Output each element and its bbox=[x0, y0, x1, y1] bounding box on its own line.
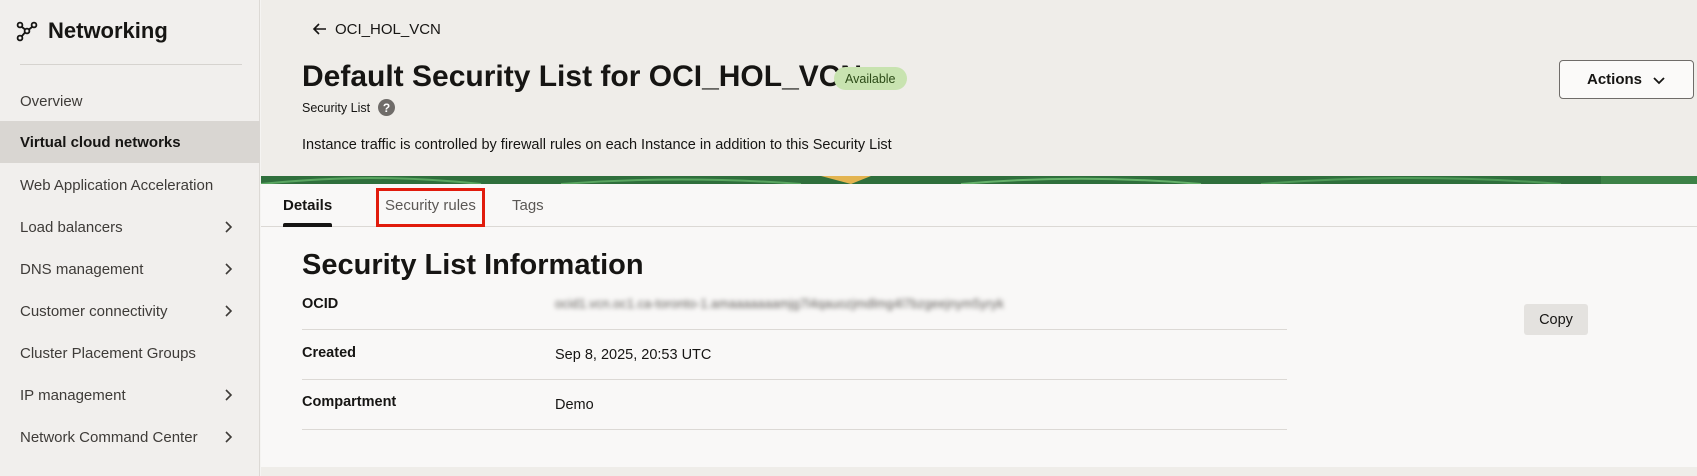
sidebar-item-label: Cluster Placement Groups bbox=[20, 344, 196, 362]
tab-label: Details bbox=[283, 197, 333, 214]
sidebar-item-label: DNS management bbox=[20, 260, 144, 278]
sidebar-item-load-balancers[interactable]: Load balancers bbox=[0, 206, 260, 248]
sidebar-item-cluster-placement-groups[interactable]: Cluster Placement Groups bbox=[0, 332, 260, 374]
sidebar-item-network-command-center[interactable]: Network Command Center bbox=[0, 416, 260, 458]
details-content: Security List Information OCID ocid1.vcn… bbox=[261, 227, 1697, 467]
compartment-label: Compartment bbox=[302, 394, 397, 410]
info-row-ocid: OCID ocid1.vcn.oc1.ca-toronto-1.amaaaaaa… bbox=[302, 279, 1287, 330]
sidebar-item-label: Web Application Acceleration bbox=[20, 176, 214, 194]
chevron-right-icon bbox=[225, 305, 233, 317]
created-value: Sep 8, 2025, 20:53 UTC bbox=[555, 347, 712, 363]
section-title: Security List Information bbox=[302, 249, 644, 281]
sidebar-divider bbox=[20, 64, 242, 65]
arrow-left-icon bbox=[312, 23, 326, 35]
created-label: Created bbox=[302, 345, 356, 361]
sidebar-item-overview[interactable]: Overview bbox=[0, 80, 260, 122]
chevron-right-icon bbox=[225, 389, 233, 401]
chevron-right-icon bbox=[225, 431, 233, 443]
tab-tags[interactable]: Tags bbox=[512, 184, 544, 227]
main-panel: OCI_HOL_VCN Default Security List for OC… bbox=[261, 0, 1697, 476]
page-title: Default Security List for OCI_HOL_VCN bbox=[302, 60, 863, 93]
sidebar-item-dns-management[interactable]: DNS management bbox=[0, 248, 260, 290]
ocid-label: OCID bbox=[302, 296, 339, 312]
compartment-value[interactable]: Demo bbox=[555, 397, 594, 413]
page-description: Instance traffic is controlled by firewa… bbox=[302, 137, 892, 153]
sidebar-item-virtual-cloud-networks[interactable]: Virtual cloud networks bbox=[0, 121, 260, 163]
sidebar: Networking Overview Virtual cloud networ… bbox=[0, 0, 260, 476]
page-footer-strip bbox=[261, 467, 1697, 476]
chevron-down-icon bbox=[1653, 76, 1665, 84]
resource-type-label: Security List bbox=[302, 100, 371, 115]
help-icon[interactable]: ? bbox=[378, 99, 396, 116]
sidebar-item-web-application-acceleration[interactable]: Web Application Acceleration bbox=[0, 164, 260, 206]
resource-type: Security List ? bbox=[302, 99, 396, 116]
ocid-value: ocid1.vcn.oc1.ca-toronto-1.amaaaaaaamjg7… bbox=[555, 297, 1004, 311]
back-link-label: OCI_HOL_VCN bbox=[335, 20, 441, 38]
sidebar-item-label: Virtual cloud networks bbox=[20, 133, 181, 151]
info-row-created: Created Sep 8, 2025, 20:53 UTC bbox=[302, 330, 1287, 380]
sidebar-item-label: Customer connectivity bbox=[20, 302, 168, 320]
highlight-annotation bbox=[376, 188, 485, 227]
brand[interactable]: Networking bbox=[16, 16, 168, 46]
back-link[interactable]: OCI_HOL_VCN bbox=[311, 20, 441, 38]
chevron-right-icon bbox=[225, 221, 233, 233]
tab-bar: Details Security rules Tags bbox=[261, 184, 1697, 227]
app-title: Networking bbox=[48, 18, 168, 43]
sidebar-item-label: Load balancers bbox=[20, 218, 123, 236]
tab-details[interactable]: Details bbox=[283, 184, 333, 227]
network-icon bbox=[16, 21, 38, 42]
sidebar-item-ip-management[interactable]: IP management bbox=[0, 374, 260, 416]
sidebar-item-label: Network Command Center bbox=[20, 428, 198, 446]
decorative-banner bbox=[261, 176, 1697, 184]
actions-button[interactable]: Actions bbox=[1559, 60, 1694, 99]
copy-ocid-button[interactable]: Copy bbox=[1524, 304, 1588, 335]
info-row-compartment: Compartment Demo bbox=[302, 380, 1287, 430]
sidebar-item-label: Overview bbox=[20, 92, 83, 110]
sidebar-item-label: IP management bbox=[20, 386, 126, 404]
sidebar-item-customer-connectivity[interactable]: Customer connectivity bbox=[0, 290, 260, 332]
actions-button-label: Actions bbox=[1586, 71, 1642, 88]
tab-label: Tags bbox=[512, 197, 544, 214]
chevron-right-icon bbox=[225, 263, 233, 275]
status-badge: Available bbox=[834, 67, 907, 90]
